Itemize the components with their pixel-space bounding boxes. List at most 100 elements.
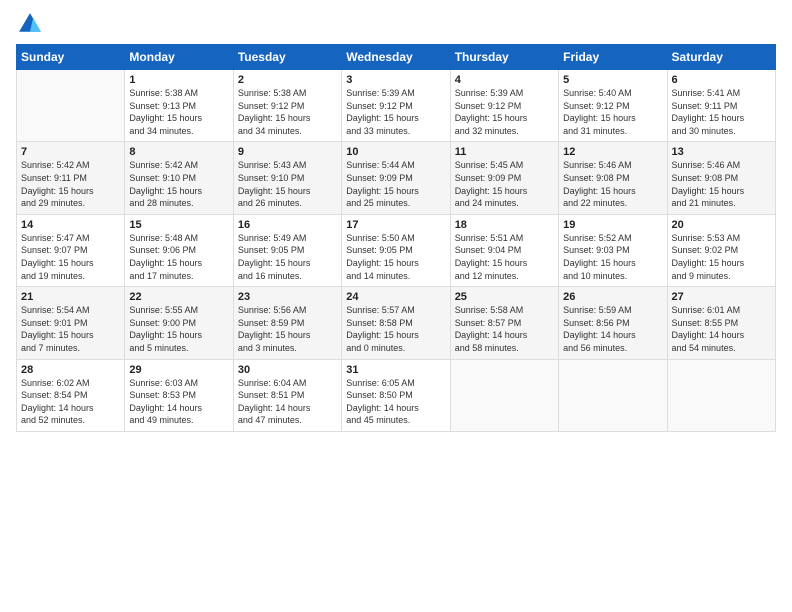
cell-content: Sunrise: 5:44 AM Sunset: 9:09 PM Dayligh… xyxy=(346,159,445,209)
cell-content: Sunrise: 5:41 AM Sunset: 9:11 PM Dayligh… xyxy=(672,87,771,137)
calendar-cell: 12Sunrise: 5:46 AM Sunset: 9:08 PM Dayli… xyxy=(559,142,667,214)
cell-content: Sunrise: 5:45 AM Sunset: 9:09 PM Dayligh… xyxy=(455,159,554,209)
header xyxy=(16,10,776,38)
day-header-tuesday: Tuesday xyxy=(233,45,341,70)
day-number: 17 xyxy=(346,219,445,231)
calendar-cell xyxy=(17,70,125,142)
calendar-cell: 22Sunrise: 5:55 AM Sunset: 9:00 PM Dayli… xyxy=(125,287,233,359)
calendar-cell: 18Sunrise: 5:51 AM Sunset: 9:04 PM Dayli… xyxy=(450,214,558,286)
calendar-cell: 3Sunrise: 5:39 AM Sunset: 9:12 PM Daylig… xyxy=(342,70,450,142)
cell-content: Sunrise: 5:56 AM Sunset: 8:59 PM Dayligh… xyxy=(238,304,337,354)
cell-content: Sunrise: 6:03 AM Sunset: 8:53 PM Dayligh… xyxy=(129,377,228,427)
day-number: 2 xyxy=(238,74,337,86)
week-row-1: 1Sunrise: 5:38 AM Sunset: 9:13 PM Daylig… xyxy=(17,70,776,142)
cell-content: Sunrise: 5:43 AM Sunset: 9:10 PM Dayligh… xyxy=(238,159,337,209)
cell-content: Sunrise: 5:39 AM Sunset: 9:12 PM Dayligh… xyxy=(455,87,554,137)
cell-content: Sunrise: 5:47 AM Sunset: 9:07 PM Dayligh… xyxy=(21,232,120,282)
day-number: 18 xyxy=(455,219,554,231)
calendar-cell: 8Sunrise: 5:42 AM Sunset: 9:10 PM Daylig… xyxy=(125,142,233,214)
calendar-cell: 11Sunrise: 5:45 AM Sunset: 9:09 PM Dayli… xyxy=(450,142,558,214)
day-number: 8 xyxy=(129,146,228,158)
logo xyxy=(16,10,48,38)
day-number: 15 xyxy=(129,219,228,231)
day-number: 12 xyxy=(563,146,662,158)
calendar-cell: 26Sunrise: 5:59 AM Sunset: 8:56 PM Dayli… xyxy=(559,287,667,359)
cell-content: Sunrise: 5:50 AM Sunset: 9:05 PM Dayligh… xyxy=(346,232,445,282)
days-header-row: SundayMondayTuesdayWednesdayThursdayFrid… xyxy=(17,45,776,70)
day-number: 19 xyxy=(563,219,662,231)
cell-content: Sunrise: 5:42 AM Sunset: 9:11 PM Dayligh… xyxy=(21,159,120,209)
calendar-cell: 27Sunrise: 6:01 AM Sunset: 8:55 PM Dayli… xyxy=(667,287,775,359)
day-number: 20 xyxy=(672,219,771,231)
day-number: 30 xyxy=(238,364,337,376)
calendar-cell: 31Sunrise: 6:05 AM Sunset: 8:50 PM Dayli… xyxy=(342,359,450,431)
calendar-cell: 17Sunrise: 5:50 AM Sunset: 9:05 PM Dayli… xyxy=(342,214,450,286)
calendar-cell: 2Sunrise: 5:38 AM Sunset: 9:12 PM Daylig… xyxy=(233,70,341,142)
day-number: 23 xyxy=(238,291,337,303)
page: SundayMondayTuesdayWednesdayThursdayFrid… xyxy=(0,0,792,612)
calendar-cell: 16Sunrise: 5:49 AM Sunset: 9:05 PM Dayli… xyxy=(233,214,341,286)
day-number: 16 xyxy=(238,219,337,231)
calendar-cell xyxy=(450,359,558,431)
cell-content: Sunrise: 5:59 AM Sunset: 8:56 PM Dayligh… xyxy=(563,304,662,354)
calendar-table: SundayMondayTuesdayWednesdayThursdayFrid… xyxy=(16,44,776,432)
cell-content: Sunrise: 6:02 AM Sunset: 8:54 PM Dayligh… xyxy=(21,377,120,427)
cell-content: Sunrise: 5:40 AM Sunset: 9:12 PM Dayligh… xyxy=(563,87,662,137)
calendar-cell: 9Sunrise: 5:43 AM Sunset: 9:10 PM Daylig… xyxy=(233,142,341,214)
week-row-3: 14Sunrise: 5:47 AM Sunset: 9:07 PM Dayli… xyxy=(17,214,776,286)
week-row-4: 21Sunrise: 5:54 AM Sunset: 9:01 PM Dayli… xyxy=(17,287,776,359)
cell-content: Sunrise: 5:42 AM Sunset: 9:10 PM Dayligh… xyxy=(129,159,228,209)
cell-content: Sunrise: 5:38 AM Sunset: 9:13 PM Dayligh… xyxy=(129,87,228,137)
calendar-cell: 13Sunrise: 5:46 AM Sunset: 9:08 PM Dayli… xyxy=(667,142,775,214)
calendar-cell: 14Sunrise: 5:47 AM Sunset: 9:07 PM Dayli… xyxy=(17,214,125,286)
calendar-cell xyxy=(667,359,775,431)
day-number: 11 xyxy=(455,146,554,158)
day-number: 1 xyxy=(129,74,228,86)
calendar-cell xyxy=(559,359,667,431)
day-number: 7 xyxy=(21,146,120,158)
calendar-cell: 19Sunrise: 5:52 AM Sunset: 9:03 PM Dayli… xyxy=(559,214,667,286)
calendar-cell: 4Sunrise: 5:39 AM Sunset: 9:12 PM Daylig… xyxy=(450,70,558,142)
day-number: 13 xyxy=(672,146,771,158)
calendar-cell: 29Sunrise: 6:03 AM Sunset: 8:53 PM Dayli… xyxy=(125,359,233,431)
day-number: 4 xyxy=(455,74,554,86)
calendar-cell: 15Sunrise: 5:48 AM Sunset: 9:06 PM Dayli… xyxy=(125,214,233,286)
cell-content: Sunrise: 6:04 AM Sunset: 8:51 PM Dayligh… xyxy=(238,377,337,427)
day-number: 24 xyxy=(346,291,445,303)
calendar-header: SundayMondayTuesdayWednesdayThursdayFrid… xyxy=(17,45,776,70)
calendar-cell: 1Sunrise: 5:38 AM Sunset: 9:13 PM Daylig… xyxy=(125,70,233,142)
day-number: 31 xyxy=(346,364,445,376)
cell-content: Sunrise: 6:01 AM Sunset: 8:55 PM Dayligh… xyxy=(672,304,771,354)
cell-content: Sunrise: 5:38 AM Sunset: 9:12 PM Dayligh… xyxy=(238,87,337,137)
day-number: 3 xyxy=(346,74,445,86)
cell-content: Sunrise: 5:58 AM Sunset: 8:57 PM Dayligh… xyxy=(455,304,554,354)
cell-content: Sunrise: 5:39 AM Sunset: 9:12 PM Dayligh… xyxy=(346,87,445,137)
calendar-body: 1Sunrise: 5:38 AM Sunset: 9:13 PM Daylig… xyxy=(17,70,776,432)
day-number: 27 xyxy=(672,291,771,303)
calendar-cell: 7Sunrise: 5:42 AM Sunset: 9:11 PM Daylig… xyxy=(17,142,125,214)
calendar-cell: 6Sunrise: 5:41 AM Sunset: 9:11 PM Daylig… xyxy=(667,70,775,142)
day-number: 9 xyxy=(238,146,337,158)
day-header-monday: Monday xyxy=(125,45,233,70)
calendar-cell: 30Sunrise: 6:04 AM Sunset: 8:51 PM Dayli… xyxy=(233,359,341,431)
cell-content: Sunrise: 5:54 AM Sunset: 9:01 PM Dayligh… xyxy=(21,304,120,354)
day-number: 25 xyxy=(455,291,554,303)
day-header-saturday: Saturday xyxy=(667,45,775,70)
cell-content: Sunrise: 5:48 AM Sunset: 9:06 PM Dayligh… xyxy=(129,232,228,282)
day-header-thursday: Thursday xyxy=(450,45,558,70)
day-number: 26 xyxy=(563,291,662,303)
calendar-cell: 5Sunrise: 5:40 AM Sunset: 9:12 PM Daylig… xyxy=(559,70,667,142)
cell-content: Sunrise: 5:53 AM Sunset: 9:02 PM Dayligh… xyxy=(672,232,771,282)
day-number: 21 xyxy=(21,291,120,303)
cell-content: Sunrise: 5:49 AM Sunset: 9:05 PM Dayligh… xyxy=(238,232,337,282)
day-number: 6 xyxy=(672,74,771,86)
day-number: 5 xyxy=(563,74,662,86)
calendar-cell: 10Sunrise: 5:44 AM Sunset: 9:09 PM Dayli… xyxy=(342,142,450,214)
week-row-2: 7Sunrise: 5:42 AM Sunset: 9:11 PM Daylig… xyxy=(17,142,776,214)
cell-content: Sunrise: 5:52 AM Sunset: 9:03 PM Dayligh… xyxy=(563,232,662,282)
calendar-cell: 21Sunrise: 5:54 AM Sunset: 9:01 PM Dayli… xyxy=(17,287,125,359)
cell-content: Sunrise: 5:57 AM Sunset: 8:58 PM Dayligh… xyxy=(346,304,445,354)
day-header-sunday: Sunday xyxy=(17,45,125,70)
cell-content: Sunrise: 5:51 AM Sunset: 9:04 PM Dayligh… xyxy=(455,232,554,282)
week-row-5: 28Sunrise: 6:02 AM Sunset: 8:54 PM Dayli… xyxy=(17,359,776,431)
